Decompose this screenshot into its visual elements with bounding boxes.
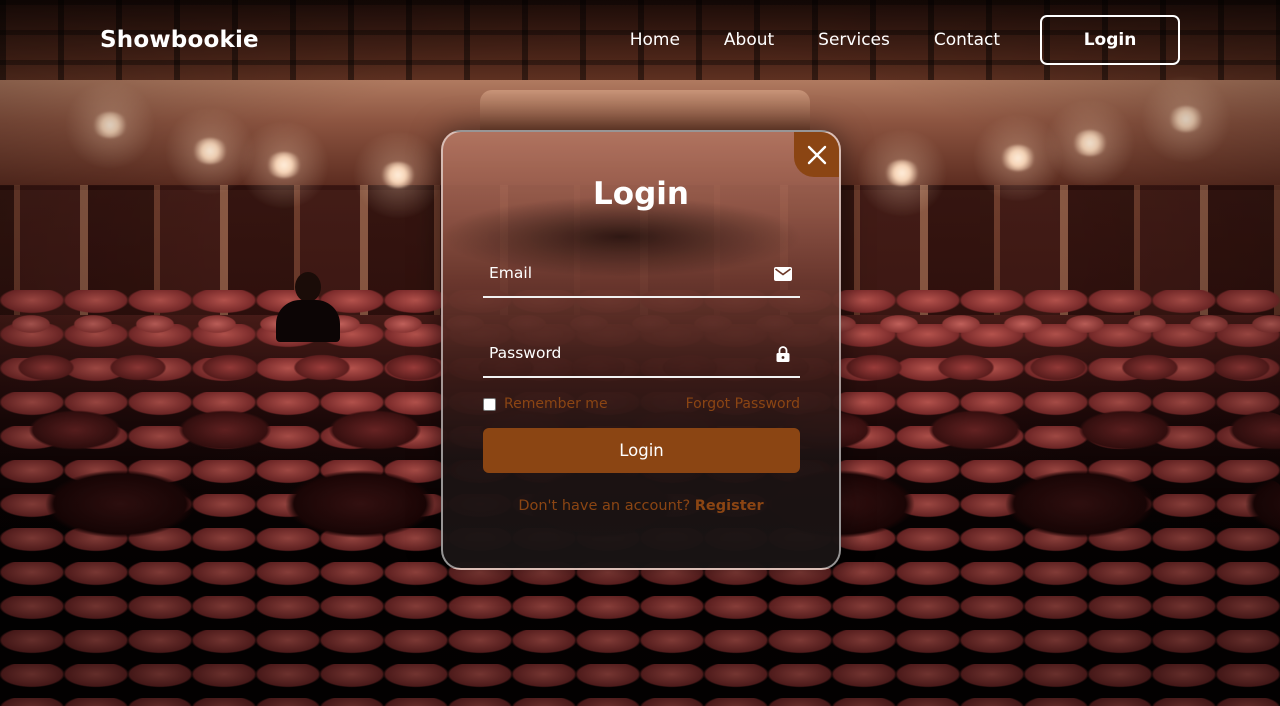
forgot-password-link[interactable]: Forgot Password [686,396,800,412]
password-label: Password [489,344,562,362]
remember-row: Remember me Forgot Password [483,394,800,414]
login-modal: Login Email Password Remember me Forgot … [441,130,841,570]
email-field: Email [483,248,800,298]
mail-icon [774,267,792,281]
password-field: Password [483,328,800,378]
site-header: Showbookie Home About Services Contact L… [0,0,1280,80]
header-login-button[interactable]: Login [1040,15,1180,65]
register-row: Don't have an account? Register [443,498,839,514]
nav-contact[interactable]: Contact [934,30,1000,50]
register-link[interactable]: Register [695,498,764,514]
main-nav: Home About Services Contact [630,30,1000,50]
close-button[interactable] [794,132,839,177]
nav-services[interactable]: Services [818,30,890,50]
modal-title: Login [593,176,689,212]
logo[interactable]: Showbookie [100,27,259,53]
login-submit-button[interactable]: Login [483,428,800,473]
remember-label[interactable]: Remember me [504,396,608,412]
register-prompt: Don't have an account? [518,498,691,514]
close-icon [807,145,826,164]
remember-checkbox[interactable] [483,397,496,411]
lock-icon [776,346,790,362]
email-label: Email [489,264,533,282]
nav-home[interactable]: Home [630,30,680,50]
nav-about[interactable]: About [724,30,774,50]
